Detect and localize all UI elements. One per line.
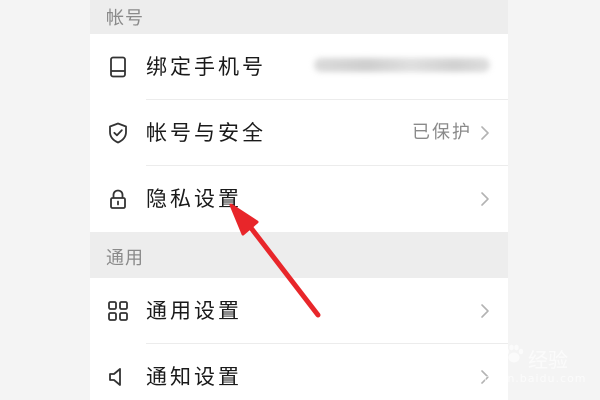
watermark-brand: Bai (458, 344, 498, 369)
section-header-label: 通用 (106, 248, 144, 269)
grid-icon (108, 301, 128, 321)
section-header-account: 帐号 (90, 0, 508, 34)
masked-phone-number (314, 58, 490, 72)
settings-row-label: 通用设置 (146, 299, 242, 323)
chevron-right-icon (481, 192, 489, 206)
settings-row-notification[interactable]: 通知设置 (90, 344, 508, 400)
paw-icon (504, 344, 524, 363)
chevron-right-icon (481, 126, 489, 140)
settings-row-account-security[interactable]: 帐号与安全 已保护 (90, 100, 508, 166)
lock-icon (110, 189, 126, 209)
speaker-icon (109, 368, 121, 386)
settings-row-label: 绑定手机号 (146, 55, 266, 79)
phone-icon (110, 56, 126, 78)
section-header-general: 通用 (90, 232, 508, 276)
baidu-jingyan-watermark: Bai 经验 jingyan.baidu.com (458, 338, 598, 388)
settings-row-label: 帐号与安全 (146, 121, 266, 145)
section-header-label: 帐号 (106, 8, 144, 29)
watermark-brand-cn: 经验 (528, 348, 568, 372)
settings-row-label: 隐私设置 (146, 187, 242, 211)
settings-screen: 帐号 绑定手机号 帐号与安全 已保护 隐私设置 通用 通用设置 通知设置 (90, 0, 508, 400)
shield-icon (109, 122, 127, 144)
settings-row-general[interactable]: 通用设置 (90, 278, 508, 344)
chevron-right-icon (481, 304, 489, 318)
watermark-url: jingyan.baidu.com (468, 372, 587, 385)
settings-row-bind-phone[interactable]: 绑定手机号 (90, 34, 508, 100)
settings-row-label: 通知设置 (146, 365, 242, 389)
security-status-value: 已保护 (412, 122, 472, 143)
settings-row-privacy[interactable]: 隐私设置 (90, 166, 508, 232)
